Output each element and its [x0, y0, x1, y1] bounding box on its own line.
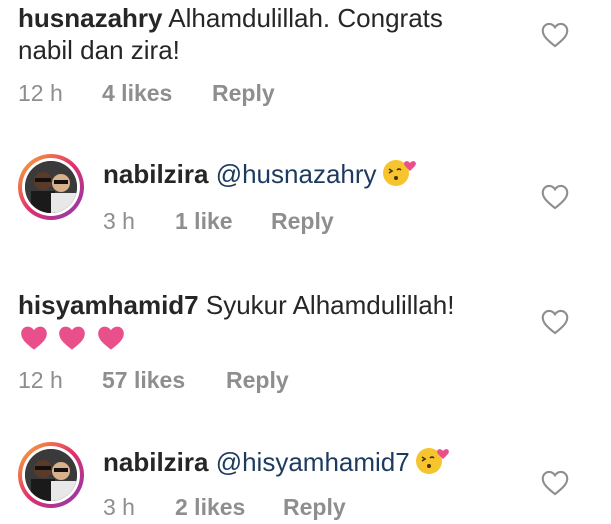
- pink-heart-icon: [98, 326, 124, 350]
- reply-button[interactable]: Reply: [271, 208, 334, 235]
- comment-username[interactable]: husnazahry: [18, 3, 163, 33]
- kissing-face-emoji-icon: [415, 448, 449, 475]
- comment-text: nabilzira @husnazahry: [103, 158, 543, 191]
- comment-text: hisyamhamid7 Syukur Alhamdulillah!: [18, 289, 538, 321]
- reply-button[interactable]: Reply: [212, 80, 275, 107]
- kissing-face-emoji-icon: [382, 160, 416, 187]
- avatar[interactable]: [18, 442, 84, 508]
- reply-button[interactable]: Reply: [226, 367, 289, 394]
- comment-username[interactable]: nabilzira: [103, 159, 208, 189]
- avatar[interactable]: [18, 154, 84, 220]
- comment-body-line2: nabil dan zira!: [18, 35, 180, 65]
- heart-outline-icon[interactable]: [541, 22, 569, 48]
- comment-body: Alhamdulillah. Congrats: [162, 3, 443, 33]
- comment-likes[interactable]: 4 likes: [102, 80, 172, 107]
- pink-heart-icon: [21, 326, 47, 350]
- comment-username[interactable]: hisyamhamid7: [18, 290, 199, 320]
- comment-text: nabilzira @hisyamhamid7: [103, 446, 543, 479]
- reply-button[interactable]: Reply: [283, 494, 346, 521]
- comment-likes[interactable]: 2 likes: [175, 494, 245, 521]
- comment-body: Syukur Alhamdulillah!: [198, 290, 455, 320]
- heart-outline-icon[interactable]: [541, 309, 569, 335]
- comment-time: 3 h: [103, 208, 135, 234]
- heart-outline-icon[interactable]: [541, 470, 569, 496]
- comment-time: 12 h: [18, 367, 63, 393]
- comment-username[interactable]: nabilzira: [103, 447, 208, 477]
- pink-heart-icon: [59, 326, 86, 350]
- heart-outline-icon[interactable]: [541, 184, 569, 210]
- comment-text: husnazahry Alhamdulillah. Congrats nabil…: [18, 2, 538, 66]
- comment-time: 3 h: [103, 494, 135, 520]
- comment-time: 12 h: [18, 80, 63, 106]
- comment-likes[interactable]: 1 like: [175, 208, 233, 235]
- mention-link[interactable]: @husnazahry: [208, 159, 377, 189]
- mention-link[interactable]: @hisyamhamid7: [208, 447, 410, 477]
- hearts-row: [20, 325, 131, 356]
- comment-likes[interactable]: 57 likes: [102, 367, 185, 394]
